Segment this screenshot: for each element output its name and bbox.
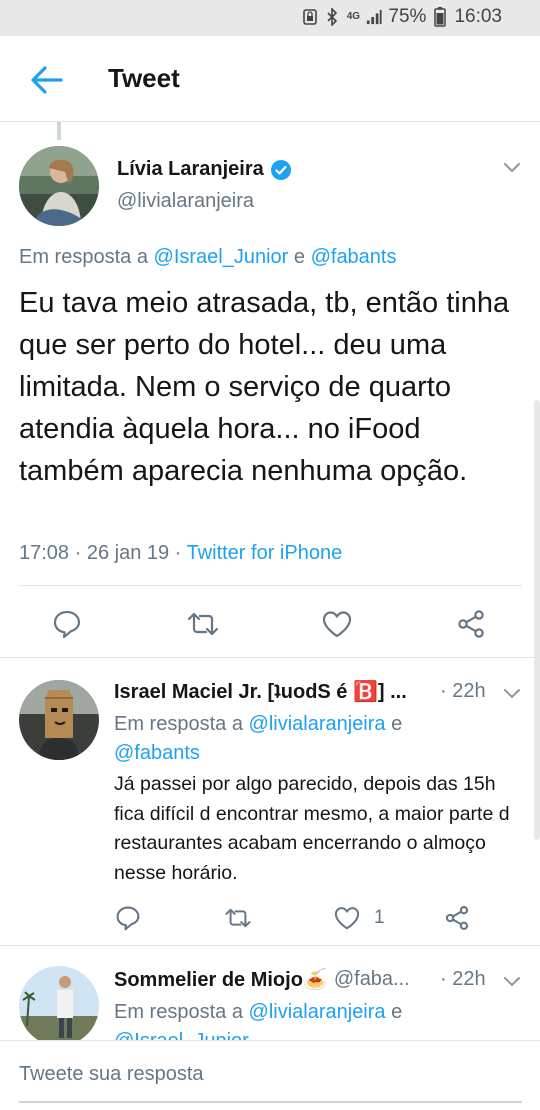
author-name[interactable]: Lívia Laranjeira	[117, 158, 264, 181]
input-underline	[19, 1101, 522, 1103]
app-header: Tweet	[0, 36, 540, 122]
mention-link[interactable]: @fabants	[311, 246, 397, 268]
share-button[interactable]	[456, 604, 486, 644]
like-button[interactable]: 1	[334, 898, 385, 938]
like-icon	[322, 611, 352, 638]
author-name[interactable]: Israel Maciel Jr. [ʇuodS é 🅱️] ...	[114, 679, 407, 704]
author-handle[interactable]: @faba...	[334, 968, 410, 991]
reply-prefix: Em resposta a	[114, 1001, 243, 1023]
mention-link[interactable]: @livialaranjeira	[249, 713, 386, 735]
meta-separator: ·	[174, 542, 187, 564]
meta-separator: ·	[74, 542, 87, 564]
avatar[interactable]	[19, 146, 99, 226]
status-icons: 4G 75% 16:03	[302, 6, 502, 28]
divider	[19, 585, 522, 586]
battery-icon	[432, 6, 448, 28]
reply-context: Em resposta a @Israel_Junior e @fabants	[19, 246, 397, 269]
reply-prefix: Em resposta a	[114, 713, 243, 735]
reply-header: Sommelier de Miojo🍝 @faba...	[114, 967, 494, 992]
chevron-down-icon	[504, 689, 520, 699]
share-button[interactable]	[444, 898, 470, 938]
like-button[interactable]	[322, 604, 352, 644]
avatar[interactable]	[19, 966, 99, 1040]
tweet-text: Já passei por algo parecido, depois das …	[114, 773, 510, 884]
reply-input[interactable]: Tweete sua resposta	[19, 1063, 204, 1086]
bluetooth-icon	[324, 6, 340, 28]
tweet-options-button[interactable]	[500, 972, 524, 992]
author-name-row: Lívia Laranjeira	[117, 158, 292, 181]
reply-tweet[interactable]: Israel Maciel Jr. [ʇuodS é 🅱️] ... · 22h…	[0, 658, 540, 945]
reply-conjunction: e	[391, 713, 403, 735]
reply-button[interactable]	[52, 604, 82, 644]
reply-context: Em resposta a @livialaranjeira e @fabant…	[114, 710, 524, 768]
like-count: 1	[374, 907, 385, 928]
mention-link[interactable]: @livialaranjeira	[249, 1001, 386, 1023]
author-name[interactable]: Sommelier de Miojo🍝	[114, 967, 328, 992]
tweet-time: 17:08	[19, 542, 70, 564]
reply-tweet[interactable]: Sommelier de Miojo🍝 @faba... · 22h Em re…	[0, 946, 540, 1040]
battery-percent: 75%	[388, 6, 427, 27]
status-bar: 4G 75% 16:03	[0, 0, 540, 36]
scrollbar[interactable]	[534, 400, 540, 840]
tweet-options-button[interactable]	[500, 684, 524, 704]
reply-prefix: Em resposta a	[19, 246, 148, 268]
tweet-actions	[0, 604, 540, 644]
tweet-time: · 22h	[440, 680, 486, 702]
reply-button[interactable]	[115, 898, 141, 938]
mention-link[interactable]: @Israel_Junior	[154, 246, 289, 268]
like-icon	[334, 907, 360, 930]
retweet-button[interactable]	[186, 604, 220, 644]
author-handle[interactable]: @livialaranjeira	[117, 190, 254, 213]
retweet-icon	[187, 612, 219, 636]
tweet-options-button[interactable]	[500, 158, 524, 178]
reply-icon	[53, 610, 81, 639]
lock-screen-icon	[302, 6, 318, 28]
retweet-icon	[225, 908, 251, 928]
back-button[interactable]	[26, 60, 66, 100]
mention-link[interactable]: @fabants	[114, 742, 200, 764]
share-icon	[445, 906, 469, 930]
share-icon	[458, 610, 484, 638]
retweet-button[interactable]	[224, 898, 252, 938]
back-arrow-icon	[31, 66, 63, 94]
reply-conjunction: e	[391, 1001, 403, 1023]
status-time: 16:03	[454, 6, 502, 27]
reply-icon	[116, 906, 140, 931]
mention-link[interactable]: @Israel_Junior	[114, 1030, 249, 1040]
tweet-source-link[interactable]: Twitter for iPhone	[187, 542, 343, 564]
reply-conjunction: e	[293, 246, 306, 268]
verified-badge-icon	[270, 159, 292, 181]
main-tweet: Lívia Laranjeira @livialaranjeira Em res…	[0, 122, 540, 657]
reply-header: Israel Maciel Jr. [ʇuodS é 🅱️] ...	[114, 679, 494, 704]
tweet-time: · 22h	[440, 968, 486, 990]
tweet-metadata: 17:08 · 26 jan 19 · Twitter for iPhone	[19, 542, 342, 565]
tweet-text: Eu tava meio atrasada, tb, então tinha q…	[19, 287, 510, 487]
avatar[interactable]	[19, 680, 99, 760]
chevron-down-icon	[504, 163, 520, 173]
signal-icon	[366, 6, 382, 28]
reply-context: Em resposta a @livialaranjeira e @Israel…	[114, 998, 524, 1040]
network-type-label: 4G	[346, 11, 361, 22]
tweet-actions: 1	[0, 898, 540, 938]
chevron-down-icon	[504, 977, 520, 987]
page-title: Tweet	[108, 63, 180, 93]
reply-composer: Tweete sua resposta	[0, 1040, 540, 1110]
tweet-date: 26 jan 19	[86, 542, 170, 564]
